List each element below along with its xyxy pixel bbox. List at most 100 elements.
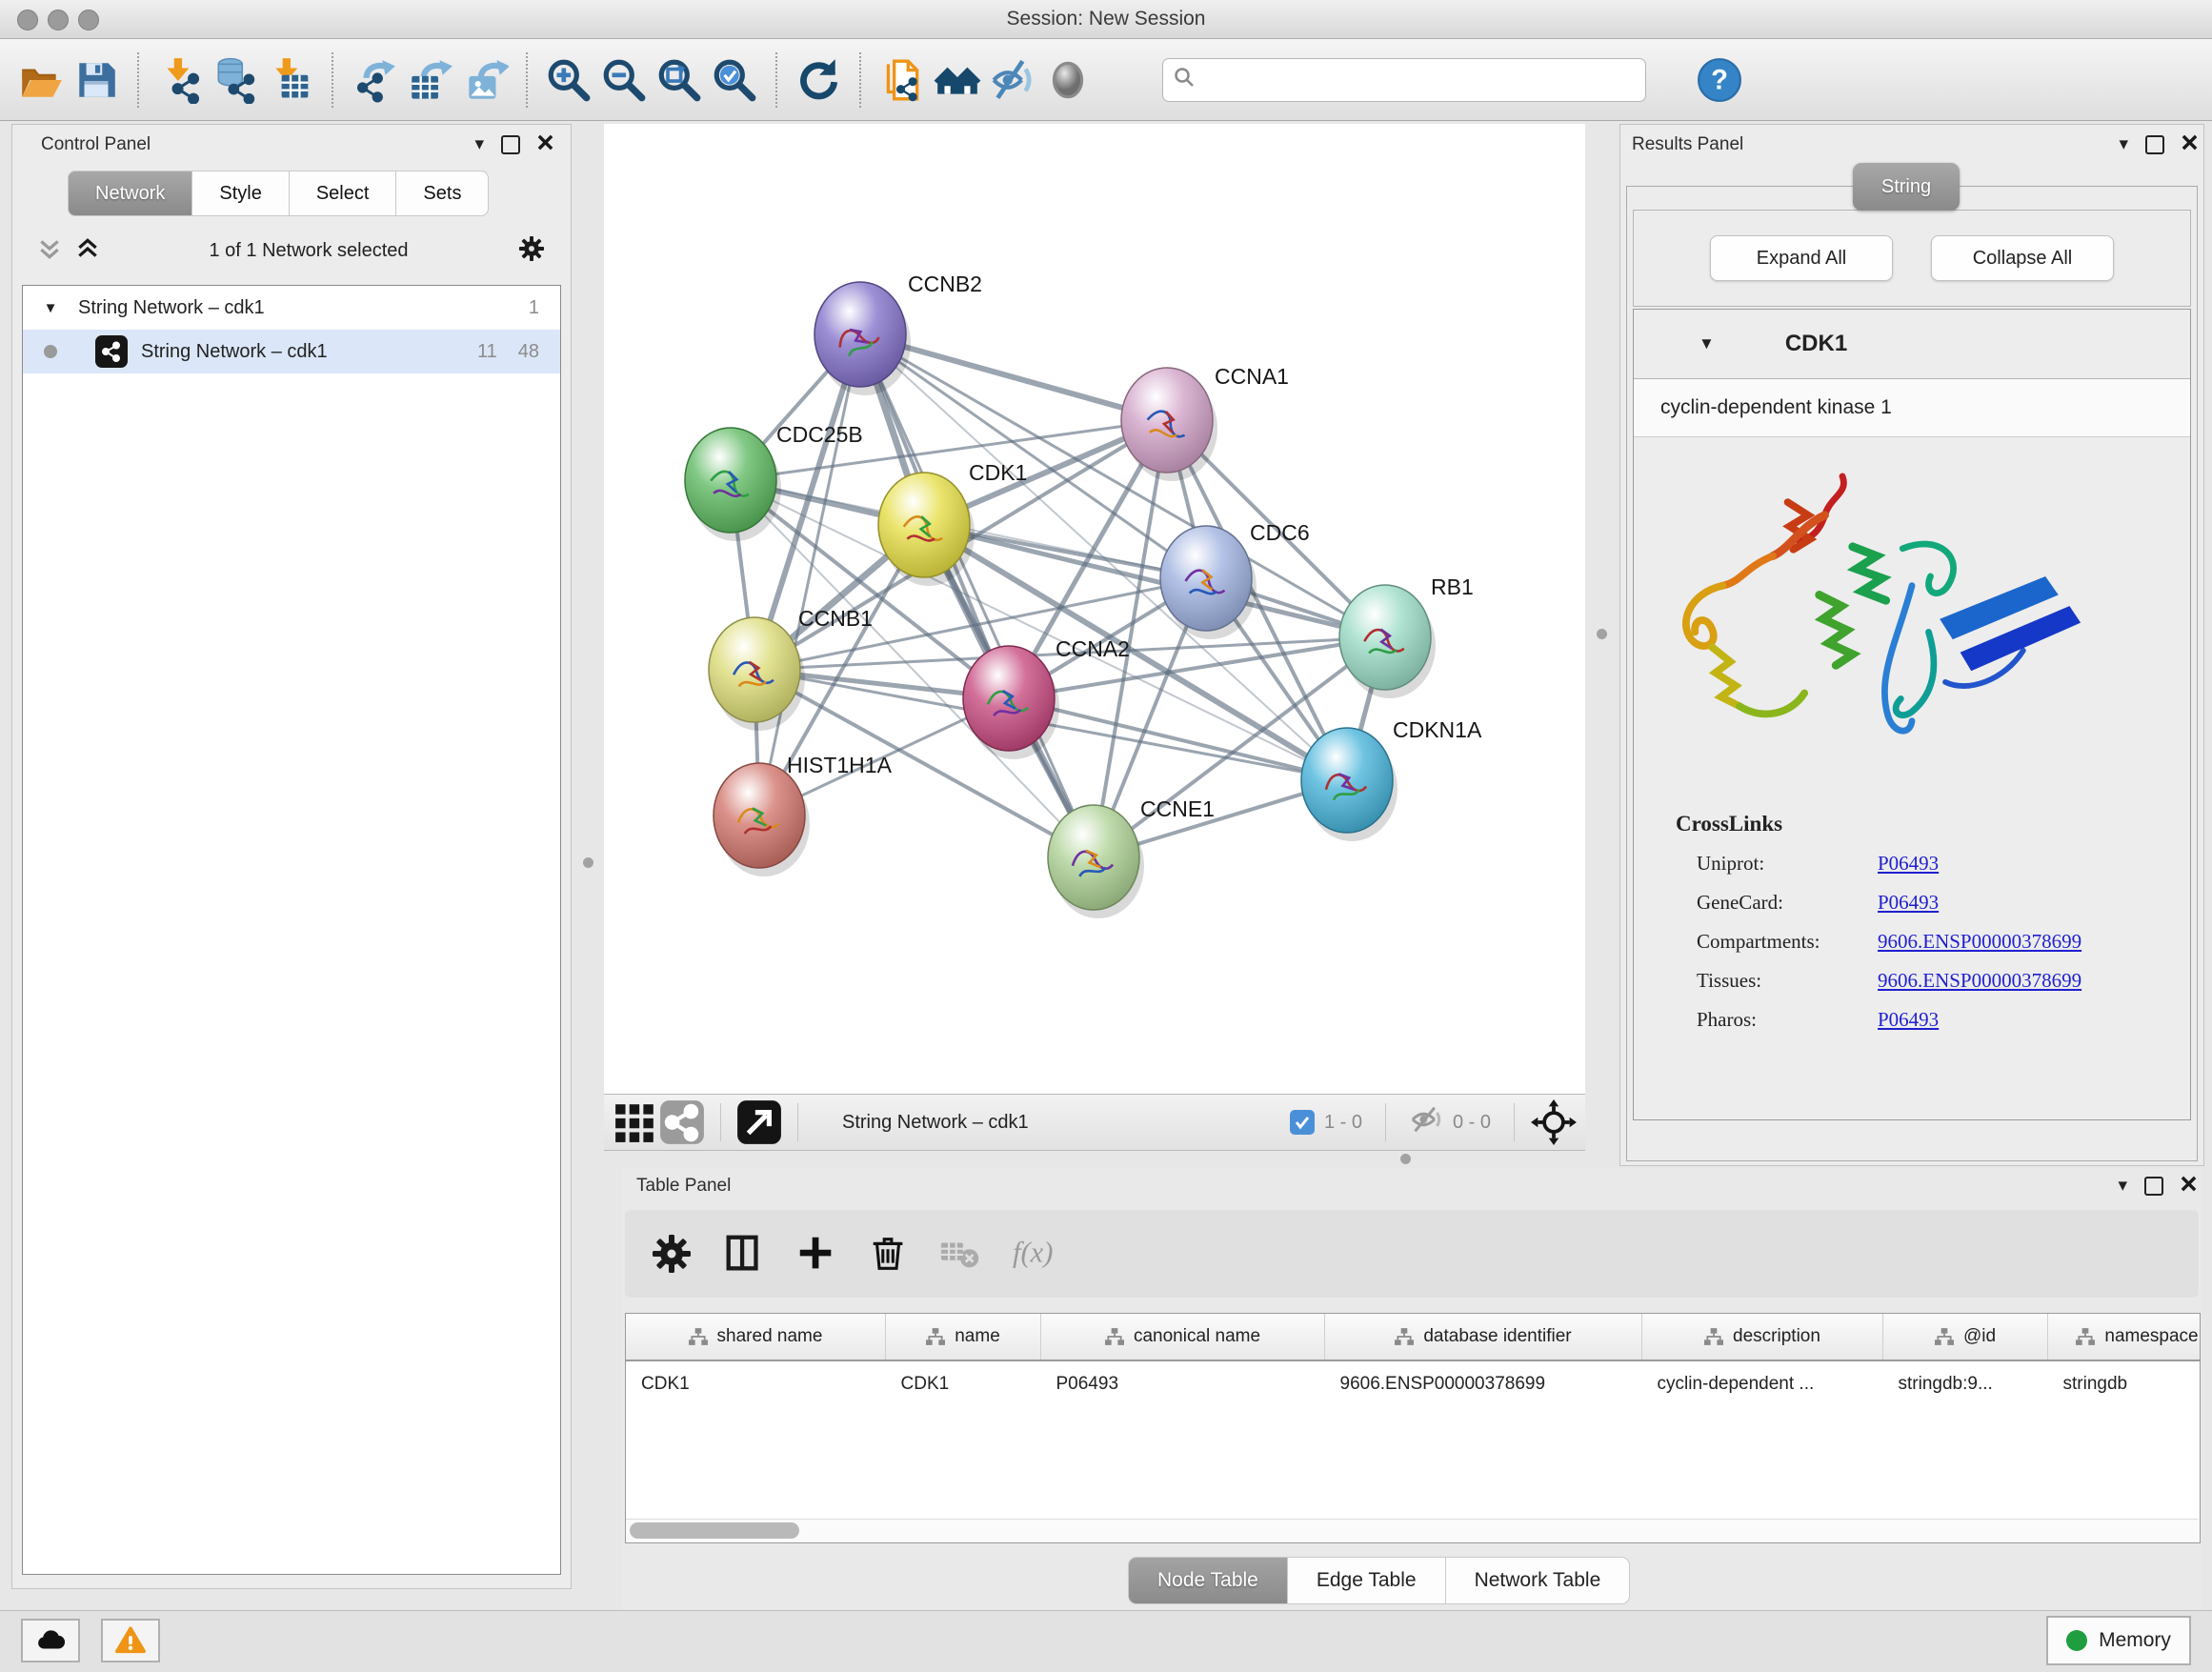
export-network-button[interactable] [347, 52, 402, 108]
column-header--id[interactable]: @id [1883, 1314, 2048, 1360]
hide-selected-button[interactable] [985, 52, 1040, 108]
crosslink-link[interactable]: P06493 [1878, 852, 1939, 876]
network-node-rb1[interactable]: RB1 [1339, 574, 1474, 698]
panel-menu-icon[interactable]: ▾ [2118, 1177, 2127, 1195]
collapse-all-button[interactable]: Collapse All [1931, 235, 2114, 281]
zoom-fit-button[interactable] [652, 52, 707, 108]
tab-edge-table[interactable]: Edge Table [1288, 1557, 1446, 1604]
tab-select[interactable]: Select [290, 171, 397, 216]
network-node-cdc25b[interactable]: CDC25B [685, 422, 863, 541]
left-splitter-handle[interactable] [583, 857, 593, 868]
delete-column-button[interactable] [865, 1230, 913, 1278]
tab-network-table[interactable]: Network Table [1446, 1557, 1631, 1604]
panel-menu-icon[interactable]: ▾ [474, 135, 484, 153]
memory-button[interactable]: Memory [2046, 1616, 2191, 1665]
import-network-database-button[interactable] [208, 52, 263, 108]
tab-style[interactable]: Style [192, 171, 289, 216]
table-cell[interactable]: CDK1 [886, 1360, 1041, 1407]
export-image-button[interactable] [457, 52, 513, 108]
network-node-hist1h1a[interactable]: HIST1H1A [714, 753, 893, 876]
add-column-button[interactable] [793, 1230, 840, 1278]
scrollbar-thumb[interactable] [630, 1522, 799, 1539]
column-header-namespace[interactable]: namespace [2048, 1314, 2202, 1360]
panel-float-icon[interactable] [2144, 1177, 2163, 1196]
delete-table-button[interactable] [937, 1230, 985, 1278]
import-network-file-button[interactable] [152, 52, 208, 108]
collapse-caret-icon[interactable]: ▼ [1699, 334, 1715, 353]
table-cell[interactable]: CDK1 [626, 1360, 886, 1407]
column-header-database-identifier[interactable]: database identifier [1325, 1314, 1642, 1360]
tab-sets[interactable]: Sets [396, 171, 489, 216]
crosslink-link[interactable]: 9606.ENSP00000378699 [1878, 930, 2081, 954]
open-session-button[interactable] [13, 52, 69, 108]
horizontal-splitter-handle[interactable] [1400, 1154, 1411, 1164]
network-canvas[interactable]: CCNB2CCNA1CDC25BCDK1CDC6RB1CCNB1CCNA2HIS… [604, 124, 1585, 1094]
column-header-canonical-name[interactable]: canonical name [1041, 1314, 1325, 1360]
tab-network[interactable]: Network [68, 171, 192, 216]
network-node-ccnb2[interactable]: CCNB2 [814, 272, 982, 395]
gene-description: cyclin-dependent kinase 1 [1634, 379, 2190, 437]
cloud-status-button[interactable] [21, 1619, 80, 1662]
open-in-window-button[interactable] [734, 1095, 784, 1150]
expand-all-tree-icon[interactable] [75, 236, 100, 266]
search-box[interactable] [1162, 58, 1646, 102]
network-node-ccnb1[interactable]: CCNB1 [709, 606, 873, 731]
import-table-file-button[interactable] [263, 52, 318, 108]
panel-float-icon[interactable] [501, 135, 520, 154]
network-overview-button[interactable] [657, 1095, 707, 1150]
split-columns-button[interactable] [720, 1230, 768, 1278]
network-row[interactable]: String Network – cdk1 11 48 [23, 330, 560, 373]
function-builder-button[interactable]: f(x) [1010, 1230, 1057, 1278]
network-node-ccne1[interactable]: CCNE1 [1048, 796, 1215, 918]
panel-float-icon[interactable] [2145, 135, 2164, 154]
selected-checkbox-icon[interactable] [1290, 1110, 1315, 1135]
zoom-in-button[interactable] [541, 52, 596, 108]
show-all-button[interactable] [1040, 52, 1096, 108]
first-neighbors-button[interactable] [930, 52, 985, 108]
crosslink-link[interactable]: P06493 [1878, 1008, 1939, 1032]
table-cell[interactable]: stringdb:9... [1883, 1360, 2048, 1407]
tab-node-table[interactable]: Node Table [1128, 1557, 1288, 1604]
panel-close-icon[interactable] [537, 134, 553, 154]
column-header-description[interactable]: description [1642, 1314, 1883, 1360]
network-node-cdk1[interactable]: CDK1 [878, 460, 1027, 586]
table-cell[interactable]: stringdb [2048, 1360, 2202, 1407]
zoom-selected-button[interactable] [707, 52, 762, 108]
hidden-eye-icon[interactable] [1409, 1105, 1443, 1139]
table-cell[interactable]: P06493 [1041, 1360, 1325, 1407]
zoom-out-button[interactable] [596, 52, 652, 108]
panel-close-icon[interactable] [2181, 1176, 2197, 1196]
search-input[interactable] [1196, 69, 1619, 91]
crosslink-link[interactable]: P06493 [1878, 891, 1939, 915]
settings-gear-button[interactable] [648, 1230, 695, 1278]
network-node-ccna1[interactable]: CCNA1 [1121, 364, 1289, 481]
table-cell[interactable]: 9606.ENSP00000378699 [1325, 1360, 1642, 1407]
network-collection-row[interactable]: ▼ String Network – cdk1 1 [23, 286, 560, 330]
column-header-name[interactable]: name [886, 1314, 1041, 1360]
network-node-cdkn1a[interactable]: CDKN1A [1301, 717, 1482, 841]
column-header-shared-name[interactable]: shared name [626, 1314, 886, 1360]
gear-icon[interactable] [517, 234, 546, 268]
tree-expand-caret[interactable]: ▼ [36, 300, 65, 316]
export-table-button[interactable] [402, 52, 457, 108]
tab-string[interactable]: String [1853, 163, 1960, 211]
expand-all-button[interactable]: Expand All [1710, 235, 1893, 281]
fit-selected-button[interactable] [1528, 1095, 1579, 1150]
table-horizontal-scrollbar[interactable] [626, 1519, 2198, 1542]
panel-close-icon[interactable] [2182, 134, 2198, 154]
table-cell[interactable]: cyclin-dependent ... [1642, 1360, 1883, 1407]
birdseye-grid-button[interactable] [613, 1095, 657, 1150]
clone-network-button[interactable] [875, 52, 930, 108]
gene-section-header[interactable]: ▼ CDK1 [1634, 310, 2190, 379]
right-splitter-handle[interactable] [1597, 629, 1607, 639]
collapse-all-tree-icon[interactable] [37, 236, 62, 266]
help-button[interactable]: ? [1692, 52, 1747, 108]
apply-layout-button[interactable] [791, 52, 846, 108]
table-row[interactable]: CDK1CDK1P064939606.ENSP00000378699cyclin… [626, 1360, 2201, 1407]
save-session-button[interactable] [69, 52, 124, 108]
panel-menu-icon[interactable]: ▾ [2119, 135, 2128, 153]
crosslink-link[interactable]: 9606.ENSP00000378699 [1878, 969, 2081, 993]
warning-status-button[interactable] [101, 1619, 160, 1662]
network-edge[interactable] [860, 334, 1094, 857]
network-edge[interactable] [759, 334, 860, 816]
